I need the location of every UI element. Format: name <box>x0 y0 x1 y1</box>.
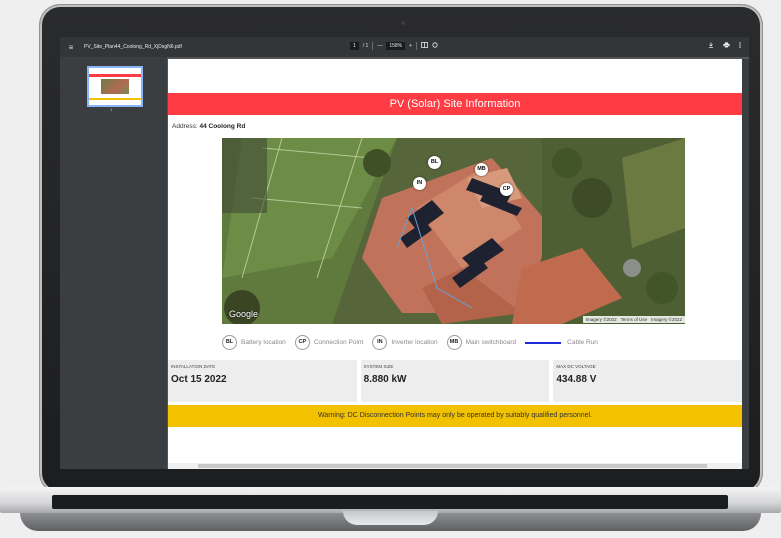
stat-label: SYSTEM SIZE <box>363 364 394 369</box>
warning-banner: Warning: DC Disconnection Points may onl… <box>168 405 742 427</box>
page-number-input[interactable]: 1 <box>350 42 359 50</box>
toolbar-divider <box>372 42 374 50</box>
address-value: 44 Coolong Rd <box>199 123 246 130</box>
stat-installation-date: INSTALLATION DATE Oct 15 2022 <box>168 360 357 402</box>
page-thumbnail[interactable] <box>87 66 143 107</box>
pdf-toolbar: ≡ PV_Site_Plan44_Coolong_Rd_XjDsgN6.pdf … <box>60 37 749 57</box>
fit-page-icon[interactable] <box>421 42 428 50</box>
legend-label: Main switchboard <box>465 339 517 346</box>
laptop-lip-notch <box>343 511 438 525</box>
thumbnail-banner <box>89 74 141 77</box>
print-icon[interactable] <box>723 42 730 50</box>
map-pin-bl: BL <box>428 156 441 169</box>
legend-item-cable-run: Cable Run <box>525 339 598 346</box>
stat-value: Oct 15 2022 <box>171 374 227 385</box>
page-total: / 1 <box>362 43 369 49</box>
stat-label: MAX DC VOLTAGE <box>556 364 596 369</box>
legend-badge: MB <box>446 335 462 350</box>
legend-item: IN Inverter location <box>372 335 438 350</box>
more-icon[interactable] <box>739 42 741 50</box>
horizontal-scrollbar[interactable] <box>168 463 742 469</box>
toolbar-divider <box>416 42 418 50</box>
map-pin-in: IN <box>413 177 426 190</box>
google-logo: Google <box>229 309 259 319</box>
toolbar-right <box>708 42 741 50</box>
satellite-map: BL IN MB CP Google Imagery ©2022 Terms o… <box>222 138 685 324</box>
thumbnail-page-number: 1 <box>110 107 113 112</box>
toolbar-center: 1 / 1 — 158% + <box>350 42 438 50</box>
thumbnail-warning <box>89 98 141 100</box>
legend-badge: IN <box>372 335 388 350</box>
legend-label: Connection Point <box>313 339 364 346</box>
legend-label: Battery location <box>241 339 286 346</box>
stats-row: INSTALLATION DATE Oct 15 2022 SYSTEM SIZ… <box>168 360 742 402</box>
laptop-screen: ≡ PV_Site_Plan44_Coolong_Rd_XjDsgN6.pdf … <box>60 37 749 469</box>
legend-badge: CP <box>294 335 310 350</box>
imagery-credit-secondary: Imagery ©2022 <box>651 317 682 322</box>
zoom-in-button[interactable]: + <box>409 43 412 49</box>
vertical-scrollbar[interactable] <box>742 59 749 469</box>
address-line: Address: 44 Coolong Rd <box>172 123 245 130</box>
file-name: PV_Site_Plan44_Coolong_Rd_XjDsgN6.pdf <box>84 44 182 50</box>
stat-value: 8.880 kW <box>363 374 407 385</box>
legend-item: MB Main switchboard <box>446 335 517 350</box>
legend-label: Cable Run <box>567 339 598 346</box>
page-title: PV (Solar) Site Information <box>168 93 742 115</box>
zoom-level-input[interactable]: 158% <box>386 42 406 50</box>
stat-max-dc-voltage: MAX DC VOLTAGE 434.88 V <box>553 360 742 402</box>
imagery-credit: Imagery ©2022 <box>585 317 617 322</box>
keyboard-hinge <box>52 495 728 509</box>
map-pin-mb: MB <box>475 163 488 176</box>
terms-of-use-link[interactable]: Terms of Use <box>621 317 648 322</box>
stat-value: 434.88 V <box>556 374 597 385</box>
thumbnail-map <box>101 79 129 94</box>
rotate-icon[interactable] <box>432 42 438 50</box>
stat-label: INSTALLATION DATE <box>171 364 216 369</box>
cable-run-line <box>525 341 562 344</box>
legend-item: CP Connection Point <box>294 335 364 350</box>
menu-icon[interactable]: ≡ <box>64 43 78 52</box>
camera-dot <box>401 21 405 25</box>
stat-system-size: SYSTEM SIZE 8.880 kW <box>360 360 550 402</box>
horizontal-scrollbar-thumb[interactable] <box>198 464 707 468</box>
thumbnail-sidebar: 1 <box>60 57 167 469</box>
legend-badge: BL <box>222 335 237 350</box>
legend-label: Inverter location <box>391 339 438 346</box>
map-attribution: Imagery ©2022 Terms of Use Imagery ©2022 <box>582 316 685 323</box>
map-legend: BL Battery location CP Connection Point … <box>222 335 607 350</box>
zoom-out-button[interactable]: — <box>377 43 382 49</box>
map-imagery <box>222 138 685 324</box>
map-pin-cp: CP <box>500 183 513 196</box>
address-label: Address: <box>172 123 200 130</box>
download-icon[interactable] <box>708 42 714 50</box>
pdf-page: PV (Solar) Site Information Address: 44 … <box>168 59 742 469</box>
legend-item: BL Battery location <box>222 335 286 350</box>
